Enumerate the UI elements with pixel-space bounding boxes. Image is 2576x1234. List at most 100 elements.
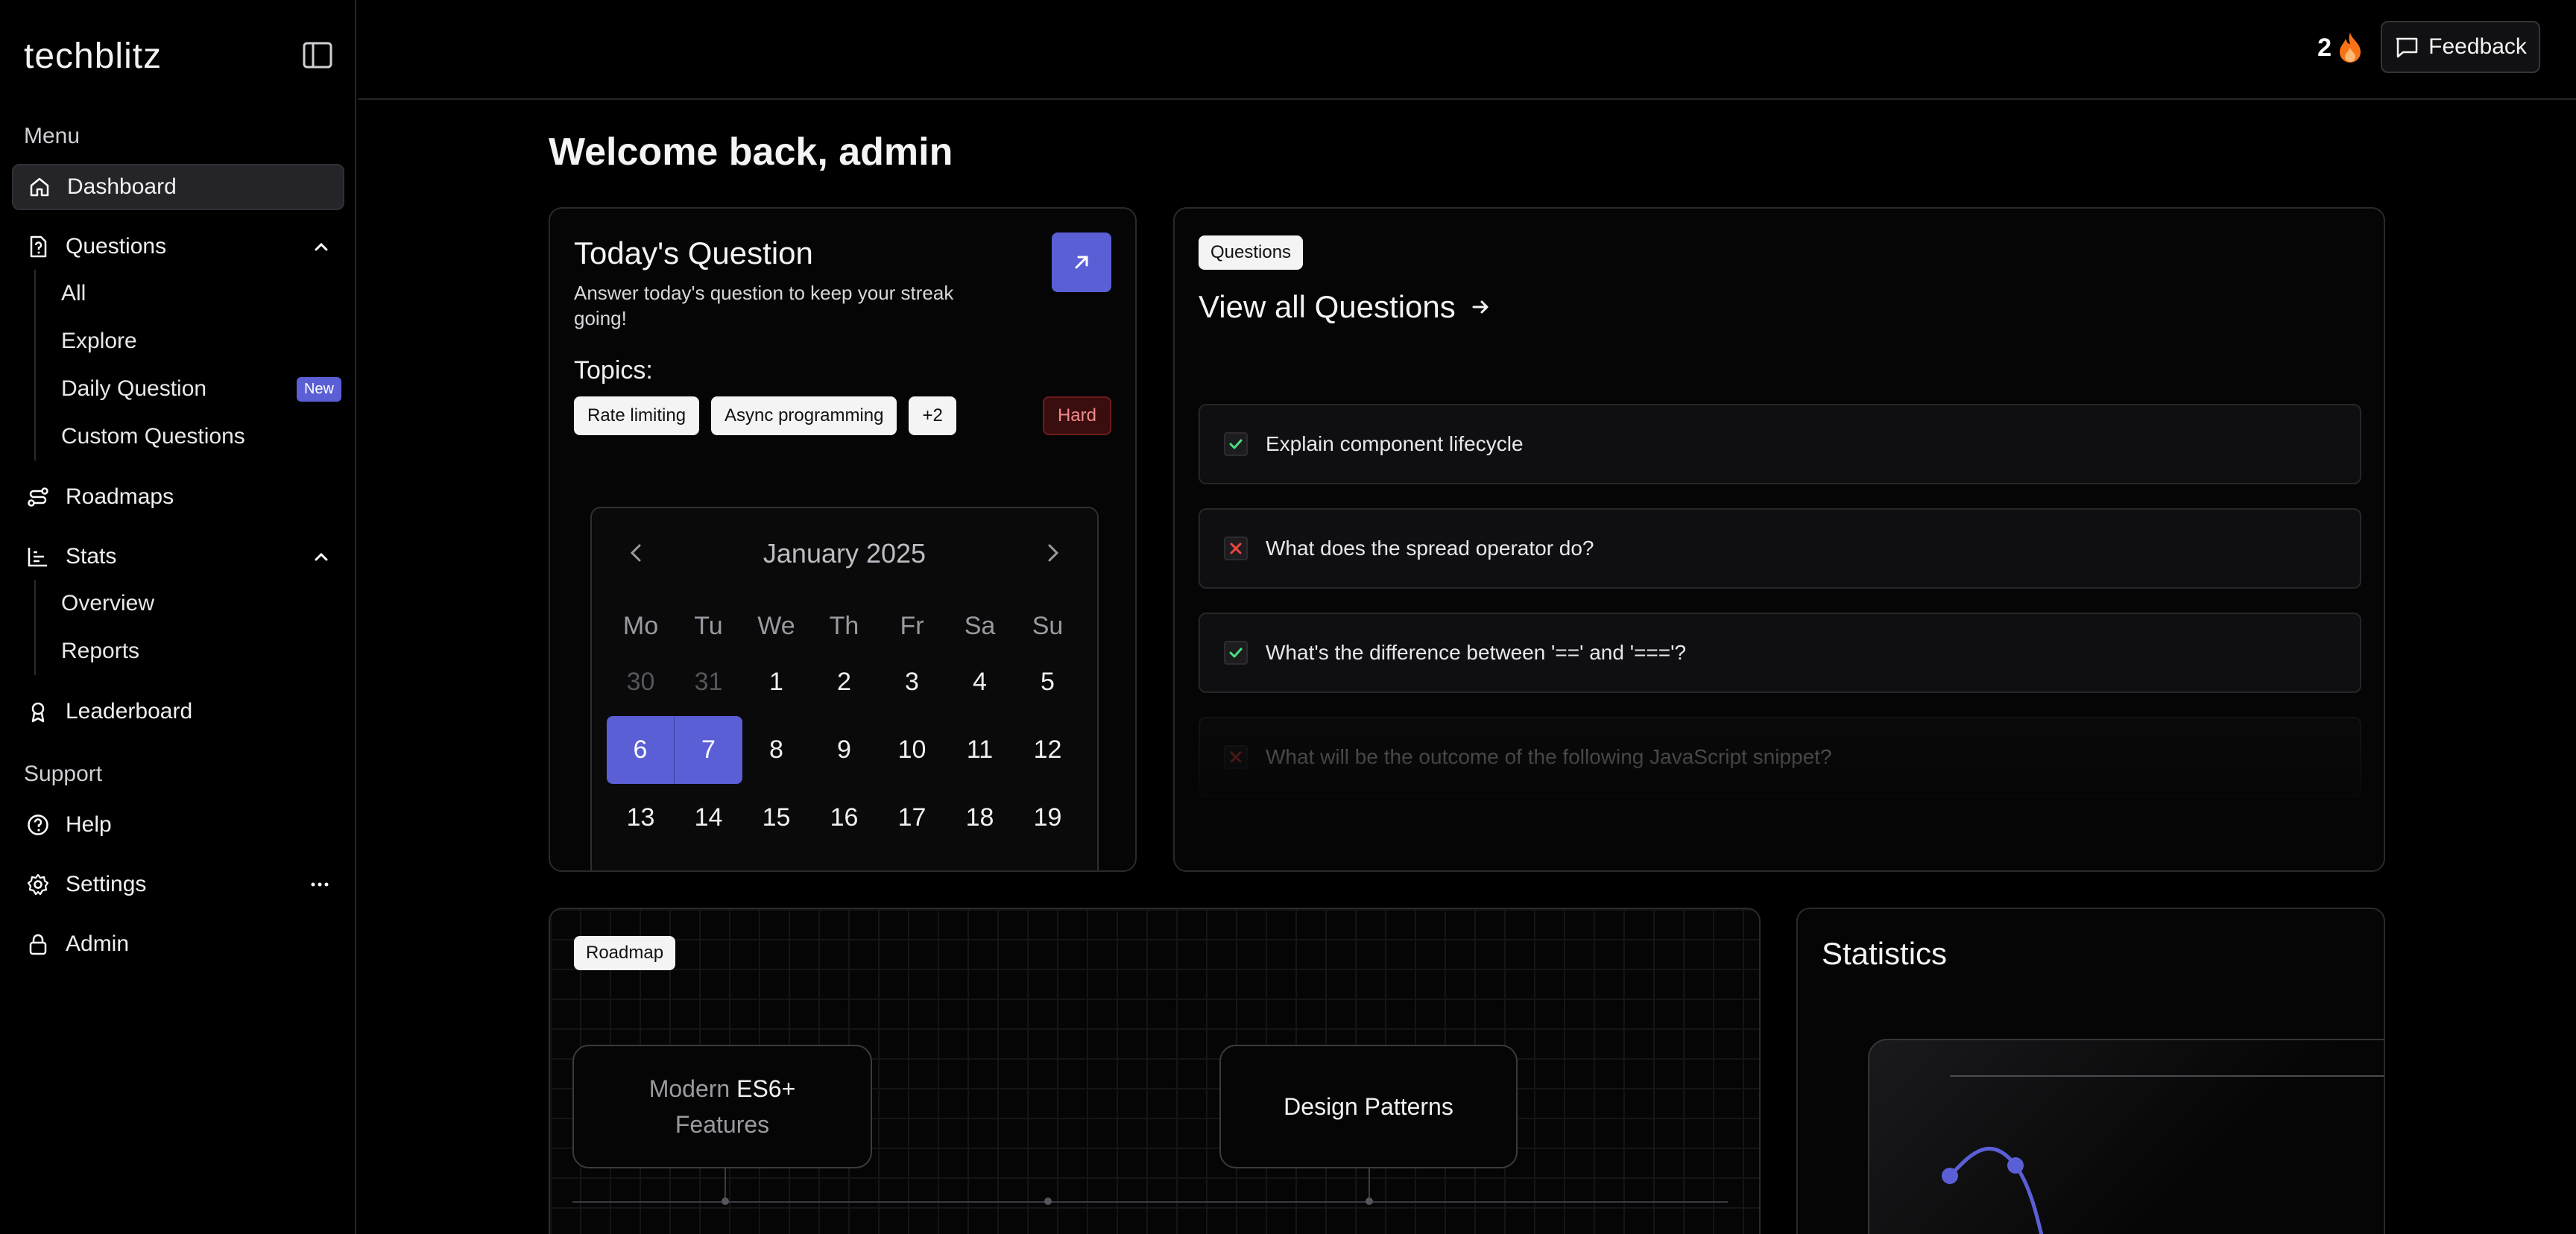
sidebar-item-explore[interactable]: Explore <box>36 317 341 365</box>
sidebar-item-custom-questions[interactable]: Custom Questions <box>36 413 341 461</box>
feedback-label: Feedback <box>2428 34 2527 59</box>
sidebar-item-stats[interactable]: Stats <box>12 534 344 580</box>
sidebar-item-admin[interactable]: Admin <box>12 921 344 967</box>
weekday-header: Sa <box>964 611 996 640</box>
calendar-day[interactable]: 16 <box>810 784 878 852</box>
flame-icon <box>2337 31 2363 64</box>
calendar-day[interactable]: 31 <box>675 648 742 716</box>
topic-chip[interactable]: Rate limiting <box>574 396 700 435</box>
calendar-day[interactable]: 13 <box>607 784 675 852</box>
sidebar-item-label: Roadmaps <box>66 484 174 509</box>
sidebar-item-reports[interactable]: Reports <box>36 627 341 675</box>
calendar-day[interactable]: 2 <box>810 648 878 716</box>
app-logo[interactable]: techblitz <box>24 36 162 77</box>
roadmap-node-label: Design Patterns <box>1284 1093 1453 1120</box>
arrow-up-right-icon <box>1075 256 1088 269</box>
statistics-card: Statistics <box>1796 908 2385 1234</box>
questions-submenu: All Explore Daily Question New Custom Qu… <box>34 270 341 461</box>
roadmap-node[interactable]: Modern ES6+ Features <box>572 1045 872 1168</box>
calendar: January 2025 Mo Tu We Th Fr Sa Su 30 31 1 2 3 4 5 6 7 8 9… <box>590 507 1099 870</box>
sidebar: techblitz Menu Dashboard Questions All E… <box>0 0 356 1234</box>
roadmap-connector <box>724 1168 726 1200</box>
sidebar-item-overview[interactable]: Overview <box>36 580 341 627</box>
menu-section-label: Menu <box>24 124 80 148</box>
chevron-right-icon[interactable] <box>1038 538 1067 568</box>
help-circle-icon <box>25 812 51 838</box>
stats-submenu: Overview Reports <box>34 580 341 675</box>
calendar-day[interactable]: 17 <box>878 784 946 852</box>
streak-count: 2 <box>2317 33 2332 62</box>
roadmap-node-label-dim: Modern <box>648 1075 730 1102</box>
calendar-day[interactable]: 5 <box>1014 648 1082 716</box>
weekday-header: Th <box>829 611 859 640</box>
questions-card: Questions View all Questions Explain com… <box>1173 207 2385 872</box>
sidebar-item-daily-question[interactable]: Daily Question New <box>36 365 341 413</box>
todays-question-card: Today's Question Answer today's question… <box>549 207 1137 872</box>
arrow-right-icon <box>1472 300 1489 314</box>
calendar-day[interactable]: 19 <box>1014 784 1082 852</box>
question-row[interactable]: What's the difference between '==' and '… <box>1199 613 2361 693</box>
check-icon <box>1224 641 1248 665</box>
calendar-day[interactable]: 18 <box>946 784 1014 852</box>
chevron-up-icon[interactable] <box>310 545 332 568</box>
sidebar-item-label: Daily Question <box>61 376 207 401</box>
more-topics-chip[interactable]: +2 <box>909 396 956 435</box>
sidebar-toggle-icon[interactable] <box>301 40 334 70</box>
difficulty-badge: Hard <box>1042 396 1111 435</box>
roadmap-node-label: ES6+ <box>730 1075 796 1102</box>
open-question-button[interactable] <box>1052 232 1111 292</box>
view-all-questions-link[interactable]: View all Questions <box>1199 289 1491 325</box>
top-bar: 2 Feedback <box>358 0 2576 100</box>
sidebar-item-help[interactable]: Help <box>12 802 344 848</box>
statistics-title: Statistics <box>1822 936 1948 971</box>
feedback-button[interactable]: Feedback <box>2381 21 2540 73</box>
calendar-day[interactable]: 10 <box>878 716 946 784</box>
calendar-day[interactable]: 1 <box>742 648 810 716</box>
calendar-day[interactable]: 4 <box>946 648 1014 716</box>
calendar-day[interactable]: 6 <box>607 716 675 784</box>
sidebar-item-questions[interactable]: Questions <box>12 224 344 270</box>
calendar-day[interactable]: 30 <box>607 648 675 716</box>
gear-icon <box>25 872 51 897</box>
calendar-grid: Mo Tu We Th Fr Sa Su 30 31 1 2 3 4 5 6 7 8 9 10 11 12 13 14 15 1… <box>607 604 1082 852</box>
roadmap-dot <box>722 1197 729 1205</box>
sidebar-item-leaderboard[interactable]: Leaderboard <box>12 689 344 735</box>
sidebar-item-dashboard[interactable]: Dashboard <box>12 164 344 210</box>
question-text: What does the spread operator do? <box>1266 537 1594 560</box>
question-row[interactable]: What does the spread operator do? <box>1199 508 2361 589</box>
calendar-day[interactable]: 8 <box>742 716 810 784</box>
support-section-label: Support <box>24 762 103 786</box>
calendar-day[interactable]: 11 <box>946 716 1014 784</box>
more-horizontal-icon[interactable] <box>307 872 332 897</box>
chart-point <box>2007 1157 2024 1174</box>
roadmap-node[interactable]: Design Patterns <box>1219 1045 1518 1168</box>
sidebar-item-label: Settings <box>66 872 147 896</box>
statistics-chart <box>1942 1075 2384 1234</box>
sidebar-item-all[interactable]: All <box>36 270 341 317</box>
calendar-day[interactable]: 9 <box>810 716 878 784</box>
calendar-day[interactable]: 12 <box>1014 716 1082 784</box>
sidebar-item-label: Stats <box>66 544 117 569</box>
sidebar-item-label: Dashboard <box>67 174 177 199</box>
questions-tag: Questions <box>1199 235 1304 270</box>
calendar-day[interactable]: 14 <box>675 784 742 852</box>
question-row[interactable]: Explain component lifecycle <box>1199 404 2361 484</box>
calendar-day[interactable]: 15 <box>742 784 810 852</box>
sidebar-item-label: Questions <box>66 234 167 259</box>
chevron-up-icon[interactable] <box>310 235 332 258</box>
sidebar-item-label: Admin <box>66 931 130 956</box>
todays-question-description: Answer today's question to keep your str… <box>574 282 954 329</box>
topics-label: Topics: <box>574 356 653 385</box>
statistics-chart-panel <box>1868 1039 2384 1234</box>
check-icon <box>1224 432 1248 456</box>
streak-indicator: 2 <box>2317 31 2363 64</box>
sidebar-item-settings[interactable]: Settings <box>12 861 344 908</box>
page-title: Welcome back, admin <box>549 130 953 174</box>
sidebar-item-roadmaps[interactable]: Roadmaps <box>12 474 344 520</box>
chart-icon <box>25 544 51 569</box>
message-square-icon <box>2394 34 2419 60</box>
calendar-day[interactable]: 7 <box>675 716 742 784</box>
topic-chip[interactable]: Async programming <box>711 396 897 435</box>
calendar-day[interactable]: 3 <box>878 648 946 716</box>
question-text: What's the difference between '==' and '… <box>1266 641 1687 664</box>
